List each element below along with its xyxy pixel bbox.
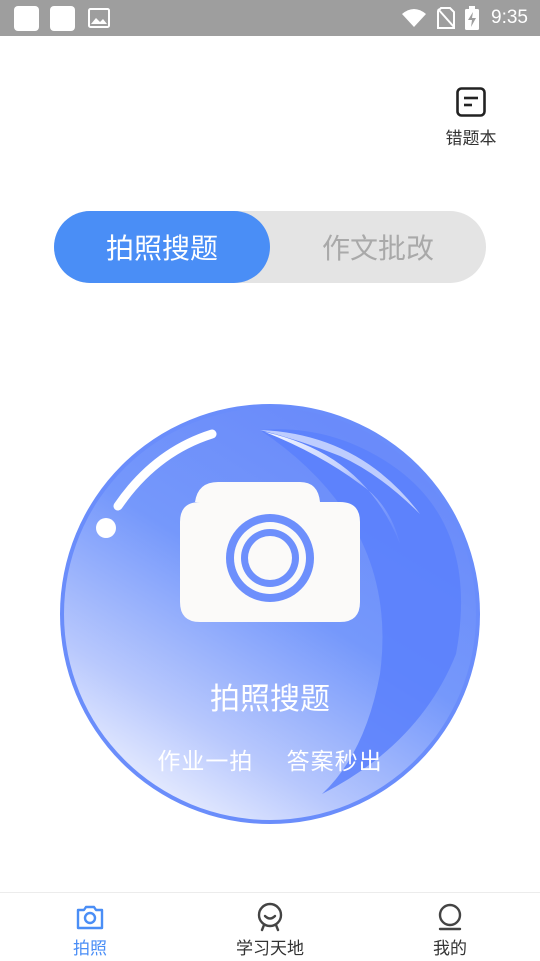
photo-search-button[interactable]: 拍照搜题 作业一拍 答案秒出 xyxy=(60,404,480,824)
notification-square-icon xyxy=(50,6,75,31)
main-title: 拍照搜题 xyxy=(210,682,330,717)
notification-square-icon xyxy=(14,6,39,31)
no-sim-icon xyxy=(437,7,456,29)
camera-icon xyxy=(76,905,104,930)
bottom-nav: 拍照 学习天地 我的 xyxy=(0,892,540,961)
smile-icon xyxy=(257,902,283,932)
nav-label-photo: 拍照 xyxy=(73,939,107,959)
image-icon xyxy=(88,8,110,28)
tab-essay-correction[interactable]: 作文批改 xyxy=(270,211,486,283)
wrong-book-button[interactable]: 错题本 xyxy=(436,86,506,156)
tab-photo-search[interactable]: 拍照搜题 xyxy=(54,211,270,283)
battery-charging-icon xyxy=(465,6,480,30)
wrong-book-label: 错题本 xyxy=(445,129,497,149)
nav-item-photo[interactable]: 拍照 xyxy=(30,893,150,961)
person-icon xyxy=(438,903,462,931)
status-bar: 9:35 xyxy=(0,0,540,36)
clock: 9:35 xyxy=(491,7,528,28)
nav-item-learning[interactable]: 学习天地 xyxy=(210,893,330,961)
notebook-icon xyxy=(456,87,486,117)
camera-icon xyxy=(180,482,360,622)
nav-label-learning: 学习天地 xyxy=(236,939,304,959)
nav-label-mine: 我的 xyxy=(433,939,467,959)
main-subtitle: 作业一拍 答案秒出 xyxy=(157,749,383,775)
mode-tabs: 作文批改 拍照搜题 xyxy=(54,211,486,283)
nav-item-mine[interactable]: 我的 xyxy=(390,893,510,961)
wifi-icon xyxy=(402,9,427,27)
